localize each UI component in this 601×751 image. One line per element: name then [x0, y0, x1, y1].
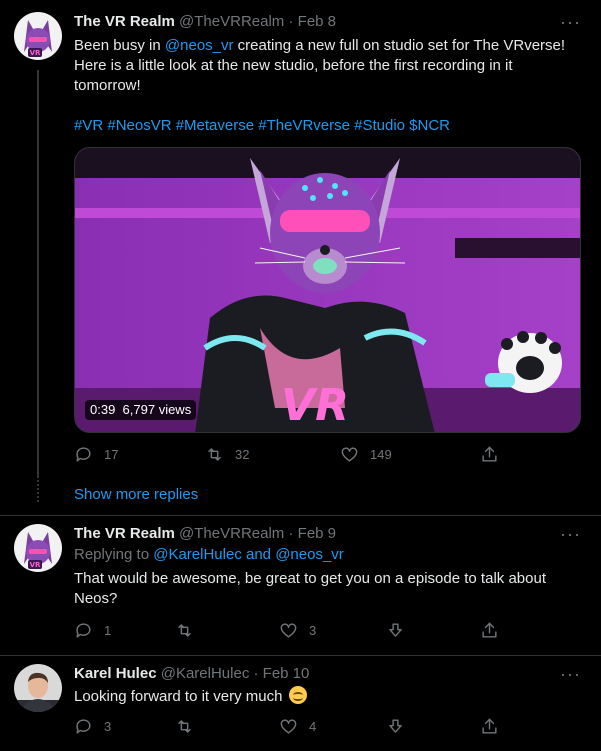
avatar[interactable]: VR: [14, 12, 62, 60]
like-button[interactable]: 4: [279, 717, 316, 736]
like-icon: [280, 623, 297, 638]
mention-link[interactable]: @neos_vr: [275, 546, 344, 563]
video-thumbnail: VR: [75, 148, 580, 432]
divider: [0, 515, 601, 516]
smiling-face-emoji-icon: [288, 686, 307, 704]
share-button[interactable]: [480, 445, 499, 464]
retweet-icon: [208, 448, 221, 461]
like-icon: [280, 719, 297, 734]
divider: [0, 655, 601, 656]
retweet-button[interactable]: 32: [205, 445, 249, 464]
tweet-header: The VR Realm @TheVRRealm · Feb 8: [74, 12, 336, 32]
retweet-icon: [178, 720, 191, 733]
retweet-button[interactable]: [175, 717, 194, 736]
hashtag-list[interactable]: #VR #NeosVR #Metaverse #TheVRverse #Stud…: [74, 116, 574, 136]
mention-link[interactable]: @neos_vr: [165, 37, 234, 54]
video-duration: 0:39: [90, 402, 116, 417]
tweet-header: Karel Hulec @KarelHulec · Feb 10: [74, 664, 309, 684]
replying-to: Replying to @KarelHulec and @neos_vr: [74, 545, 344, 565]
tweet-date[interactable]: Feb 9: [298, 525, 336, 542]
user-handle[interactable]: @TheVRRealm: [179, 13, 284, 30]
reply-icon: [76, 719, 91, 734]
downvote-icon: [389, 623, 402, 637]
retweet-icon: [178, 624, 191, 637]
tweet-date[interactable]: Feb 10: [263, 665, 310, 682]
mention-link[interactable]: @KarelHulec: [153, 546, 242, 563]
tweet-actions: 3 4: [74, 717, 504, 737]
tweet-header: The VR Realm @TheVRRealm · Feb 9: [74, 524, 336, 544]
separator-dot: ·: [288, 13, 294, 30]
thread-gap: [37, 480, 39, 504]
retweet-button[interactable]: [175, 621, 194, 640]
more-icon[interactable]: ···: [560, 665, 581, 683]
display-name[interactable]: Karel Hulec: [74, 665, 157, 682]
video-views: 6,797 views: [122, 402, 192, 417]
user-handle[interactable]: @TheVRRealm: [179, 525, 284, 542]
reply-count: 3: [104, 719, 112, 734]
tweet-actions: 1 3: [74, 621, 504, 641]
thread-line: [37, 70, 39, 478]
reply-icon: [76, 447, 91, 462]
more-icon[interactable]: ···: [560, 525, 581, 543]
share-icon: [482, 718, 497, 734]
retweet-count: 32: [235, 447, 250, 462]
tweet-text: Been busy in @neos_vr creating a new ful…: [74, 36, 574, 96]
avatar-badge-text: VR: [30, 49, 41, 57]
avatar[interactable]: [14, 664, 62, 712]
more-icon[interactable]: ···: [560, 13, 581, 31]
downvote-button[interactable]: [386, 717, 405, 736]
tweet-text-part: Looking forward to it very much: [74, 688, 283, 705]
like-icon: [341, 447, 358, 462]
replying-and: and: [241, 546, 276, 563]
video-player[interactable]: VR 0:39 6,797 views: [74, 147, 581, 433]
like-count: 4: [309, 719, 317, 734]
show-more-replies-link[interactable]: Show more replies: [74, 486, 198, 503]
display-name[interactable]: The VR Realm: [74, 13, 175, 30]
separator-dot: ·: [253, 665, 259, 682]
share-icon: [482, 446, 497, 462]
like-button[interactable]: 3: [279, 621, 316, 640]
share-button[interactable]: [480, 621, 499, 640]
avatar[interactable]: VR: [14, 524, 62, 572]
downvote-button[interactable]: [386, 621, 405, 640]
display-name[interactable]: The VR Realm: [74, 525, 175, 542]
video-stats-badge: 0:39 6,797 views: [85, 400, 197, 420]
share-button[interactable]: [480, 717, 499, 736]
tweet-text: That would be awesome, be great to get y…: [74, 570, 546, 607]
reply-button[interactable]: 17: [74, 445, 118, 464]
shirt-logo-text: VR: [281, 380, 349, 431]
reply-button[interactable]: 1: [74, 621, 111, 640]
replying-to-label: Replying to: [74, 546, 154, 563]
downvote-icon: [389, 719, 402, 733]
reply-count: 1: [104, 623, 112, 638]
tweet-date[interactable]: Feb 8: [298, 13, 336, 30]
share-icon: [482, 622, 497, 638]
reply-button[interactable]: 3: [74, 717, 111, 736]
tweet-text-part: Been busy in: [74, 37, 165, 54]
user-handle[interactable]: @KarelHulec: [161, 665, 250, 682]
avatar-badge-text: VR: [30, 561, 41, 569]
like-count: 3: [309, 623, 317, 638]
reply-count: 17: [104, 447, 119, 462]
tweet-actions: 17 32 149: [74, 445, 504, 465]
reply-icon: [76, 623, 91, 638]
separator-dot: ·: [288, 525, 294, 542]
like-count: 149: [370, 447, 392, 462]
like-button[interactable]: 149: [340, 445, 392, 464]
tweet-text: Looking forward to it very much: [74, 686, 574, 707]
